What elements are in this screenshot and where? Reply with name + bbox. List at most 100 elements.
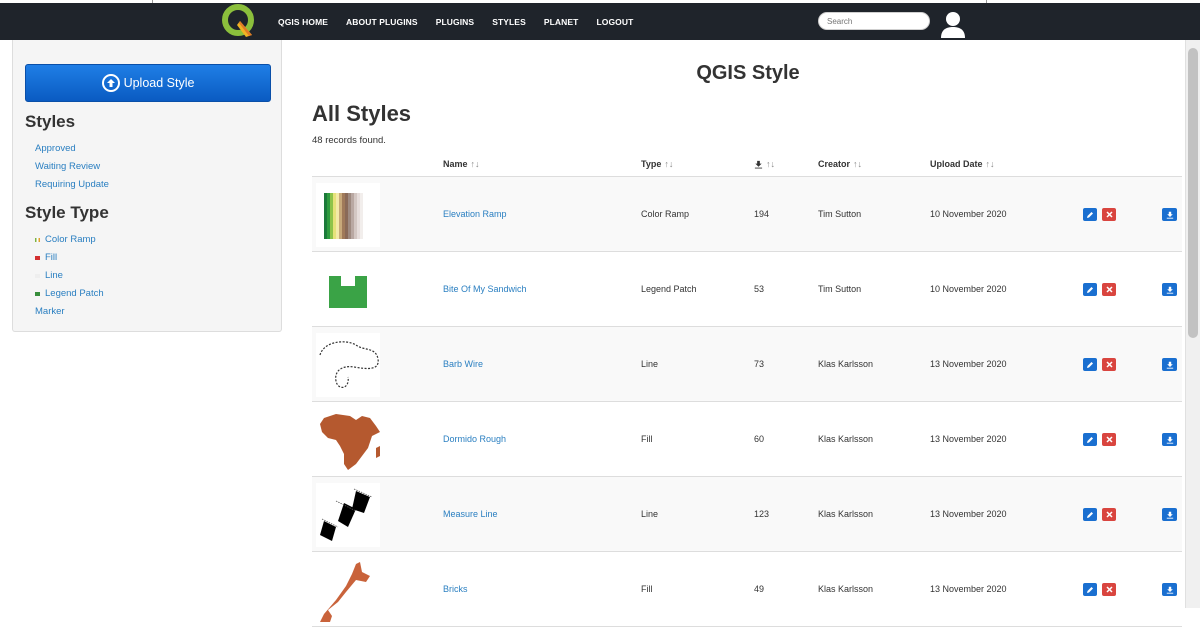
download-button[interactable] (1162, 583, 1177, 596)
download-icon (1166, 361, 1173, 369)
sidebar-type-color-ramp[interactable]: Color Ramp (35, 234, 96, 245)
delete-button[interactable] (1102, 433, 1116, 446)
table-row: Bricks Fill 49 Klas Karlsson 13 November… (312, 552, 1182, 627)
qgis-logo[interactable] (218, 1, 258, 41)
header-name-label: Name (443, 159, 468, 169)
download-button[interactable] (1162, 283, 1177, 296)
style-name-link[interactable]: Bite Of My Sandwich (443, 284, 527, 294)
table-row: Bite Of My Sandwich Legend Patch 53 Tim … (312, 252, 1182, 327)
page-title: QGIS Style (696, 62, 800, 84)
edit-button[interactable] (1083, 583, 1097, 596)
header-name[interactable]: Name ↑↓ (443, 159, 480, 169)
style-name-link[interactable]: Dormido Rough (443, 434, 506, 444)
style-preview-thumbnail[interactable] (316, 333, 380, 397)
records-count: 48 records found. (312, 135, 386, 146)
sidebar-type-label: Line (45, 270, 63, 281)
style-name-link[interactable]: Barb Wire (443, 359, 483, 369)
style-type: Legend Patch (641, 284, 697, 294)
download-icon (1166, 511, 1173, 519)
sidebar-type-marker[interactable]: Marker (35, 306, 65, 317)
style-type: Line (641, 359, 659, 369)
download-button[interactable] (1162, 433, 1177, 446)
close-icon (1105, 586, 1113, 593)
sidebar-type-line[interactable]: Line (35, 270, 63, 281)
edit-button[interactable] (1083, 358, 1097, 371)
edit-button[interactable] (1083, 208, 1097, 221)
scrollbar-thumb[interactable] (1188, 48, 1198, 338)
nav-links: QGIS HOME ABOUT PLUGINS PLUGINS STYLES P… (278, 3, 651, 40)
pencil-icon (1087, 511, 1093, 518)
edit-button[interactable] (1083, 283, 1097, 296)
style-downloads: 49 (754, 584, 765, 594)
header-downloads[interactable]: ↑↓ (754, 159, 775, 169)
table-row: Dormido Rough Fill 60 Klas Karlsson 13 N… (312, 402, 1182, 477)
pencil-icon (1087, 586, 1093, 593)
line-icon (35, 273, 40, 278)
sort-icon: ↑↓ (470, 159, 480, 169)
header-creator[interactable]: Creator ↑↓ (818, 159, 862, 169)
sort-icon: ↑↓ (853, 159, 863, 169)
download-icon (1166, 586, 1173, 594)
style-upload-date: 10 November 2020 (930, 209, 1007, 219)
nav-planet[interactable]: PLANET (544, 17, 579, 27)
sidebar-link-requiring-update[interactable]: Requiring Update (35, 179, 109, 190)
style-name-link[interactable]: Elevation Ramp (443, 209, 507, 219)
sidebar-link-waiting-review[interactable]: Waiting Review (35, 161, 100, 172)
nav-logout[interactable]: LOGOUT (596, 17, 633, 27)
download-icon (1166, 211, 1173, 219)
style-preview-thumbnail[interactable] (316, 558, 380, 622)
nav-styles[interactable]: STYLES (492, 17, 526, 27)
style-upload-date: 13 November 2020 (930, 509, 1007, 519)
delete-button[interactable] (1102, 283, 1116, 296)
style-upload-date: 10 November 2020 (930, 284, 1007, 294)
style-upload-date: 13 November 2020 (930, 359, 1007, 369)
sidebar-type-fill[interactable]: Fill (35, 252, 57, 263)
header-upload-date[interactable]: Upload Date ↑↓ (930, 159, 995, 169)
style-upload-date: 13 November 2020 (930, 584, 1007, 594)
user-icon[interactable] (940, 11, 966, 39)
upload-style-button[interactable]: Upload Style (25, 64, 271, 102)
style-preview-thumbnail[interactable] (316, 483, 380, 547)
download-icon (1166, 436, 1173, 444)
delete-button[interactable] (1102, 583, 1116, 596)
table-row: Measure Line Line 123 Klas Karlsson 13 N… (312, 477, 1182, 552)
style-name-link[interactable]: Measure Line (443, 509, 498, 519)
sidebar-type-label: Legend Patch (45, 288, 104, 299)
style-creator: Tim Sutton (818, 284, 862, 294)
download-button[interactable] (1162, 208, 1177, 221)
upload-icon (101, 74, 120, 92)
nav-qgis-home[interactable]: QGIS HOME (278, 17, 328, 27)
close-icon (1105, 361, 1113, 368)
section-title: All Styles (312, 101, 412, 126)
download-icon (754, 160, 763, 169)
pencil-icon (1087, 286, 1093, 293)
header-upload-date-label: Upload Date (930, 159, 983, 169)
table-row: Elevation Ramp Color Ramp 194 Tim Sutton… (312, 177, 1182, 252)
navbar: QGIS HOME ABOUT PLUGINS PLUGINS STYLES P… (0, 3, 1200, 40)
style-name-link[interactable]: Bricks (443, 584, 468, 594)
style-preview-thumbnail[interactable] (316, 258, 380, 322)
nav-about-plugins[interactable]: ABOUT PLUGINS (346, 17, 418, 27)
edit-button[interactable] (1083, 508, 1097, 521)
style-downloads: 60 (754, 434, 765, 444)
style-downloads: 73 (754, 359, 765, 369)
sidebar-type-legend-patch[interactable]: Legend Patch (35, 288, 104, 299)
style-preview-thumbnail[interactable] (316, 183, 380, 247)
download-button[interactable] (1162, 358, 1177, 371)
download-button[interactable] (1162, 508, 1177, 521)
edit-button[interactable] (1083, 433, 1097, 446)
style-type: Fill (641, 434, 653, 444)
style-preview-thumbnail[interactable] (316, 408, 380, 472)
sidebar-link-approved[interactable]: Approved (35, 143, 76, 154)
style-downloads: 194 (754, 209, 770, 219)
scrollbar[interactable] (1185, 40, 1200, 608)
nav-plugins[interactable]: PLUGINS (436, 17, 474, 27)
search-input[interactable] (818, 12, 930, 30)
delete-button[interactable] (1102, 358, 1116, 371)
style-creator: Klas Karlsson (818, 434, 874, 444)
delete-button[interactable] (1102, 508, 1116, 521)
header-type[interactable]: Type ↑↓ (641, 159, 673, 169)
sidebar-type-label: Fill (45, 252, 58, 263)
style-downloads: 123 (754, 509, 770, 519)
delete-button[interactable] (1102, 208, 1116, 221)
